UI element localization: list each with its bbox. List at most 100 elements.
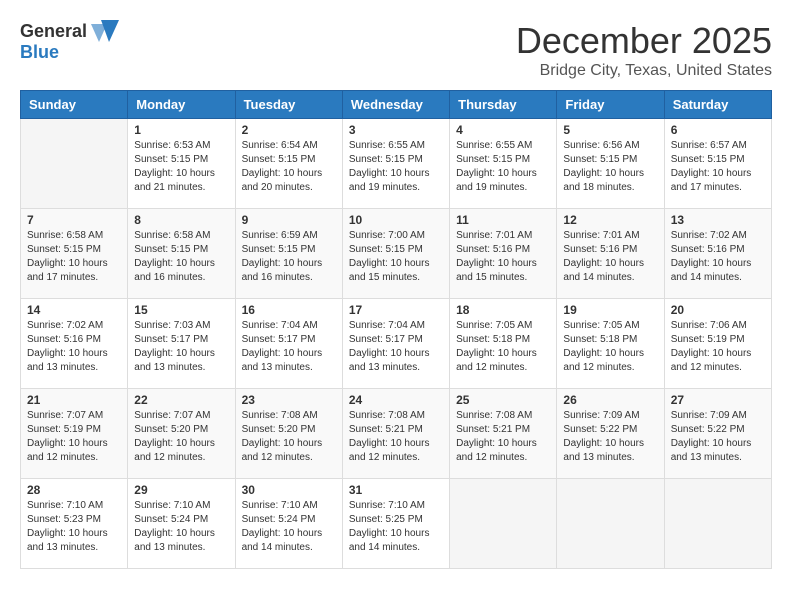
logo-general-text: General: [20, 21, 87, 42]
day-number: 5: [563, 123, 657, 137]
weekday-header-saturday: Saturday: [664, 91, 771, 119]
day-info: Sunrise: 7:06 AMSunset: 5:19 PMDaylight:…: [671, 319, 765, 375]
day-number: 7: [27, 213, 121, 227]
day-number: 26: [563, 393, 657, 407]
calendar-cell: 21 Sunrise: 7:07 AMSunset: 5:19 PMDayligh…: [21, 389, 128, 479]
calendar-cell: 31 Sunrise: 7:10 AMSunset: 5:25 PMDayligh…: [342, 479, 449, 569]
calendar-cell: [664, 479, 771, 569]
calendar-cell: 26 Sunrise: 7:09 AMSunset: 5:22 PMDayligh…: [557, 389, 664, 479]
calendar-cell: 20 Sunrise: 7:06 AMSunset: 5:19 PMDayligh…: [664, 299, 771, 389]
day-number: 24: [349, 393, 443, 407]
day-number: 14: [27, 303, 121, 317]
day-info: Sunrise: 7:01 AMSunset: 5:16 PMDaylight:…: [456, 229, 550, 285]
day-info: Sunrise: 7:00 AMSunset: 5:15 PMDaylight:…: [349, 229, 443, 285]
logo: General Blue: [20, 20, 119, 63]
calendar-cell: 28Sunrise: 7:10 AMSunset: 5:23 PMDayligh…: [21, 479, 128, 569]
day-number: 19: [563, 303, 657, 317]
calendar-cell: 30 Sunrise: 7:10 AMSunset: 5:24 PMDayligh…: [235, 479, 342, 569]
day-info: Sunrise: 7:02 AMSunset: 5:16 PMDaylight:…: [27, 319, 121, 375]
day-info: Sunrise: 7:10 AMSunset: 5:24 PMDaylight:…: [242, 499, 336, 555]
day-info: Sunrise: 6:55 AMSunset: 5:15 PMDaylight:…: [456, 139, 550, 195]
day-info: Sunrise: 7:03 AMSunset: 5:17 PMDaylight:…: [134, 319, 228, 375]
title-section: December 2025 Bridge City, Texas, United…: [516, 20, 772, 80]
day-number: 22: [134, 393, 228, 407]
weekday-header-tuesday: Tuesday: [235, 91, 342, 119]
calendar-cell: 1 Sunrise: 6:53 AMSunset: 5:15 PMDaylight…: [128, 119, 235, 209]
calendar-cell: 3 Sunrise: 6:55 AMSunset: 5:15 PMDaylight…: [342, 119, 449, 209]
weekday-header-row: SundayMondayTuesdayWednesdayThursdayFrid…: [21, 91, 772, 119]
day-info: Sunrise: 7:04 AMSunset: 5:17 PMDaylight:…: [349, 319, 443, 375]
calendar-cell: 9 Sunrise: 6:59 AMSunset: 5:15 PMDaylight…: [235, 209, 342, 299]
calendar-cell: 13Sunrise: 7:02 AMSunset: 5:16 PMDayligh…: [664, 209, 771, 299]
day-info: Sunrise: 7:05 AMSunset: 5:18 PMDaylight:…: [456, 319, 550, 375]
day-number: 4: [456, 123, 550, 137]
calendar-cell: 4 Sunrise: 6:55 AMSunset: 5:15 PMDaylight…: [450, 119, 557, 209]
calendar-cell: 24 Sunrise: 7:08 AMSunset: 5:21 PMDayligh…: [342, 389, 449, 479]
calendar-cell: [557, 479, 664, 569]
calendar-cell: 11 Sunrise: 7:01 AMSunset: 5:16 PMDayligh…: [450, 209, 557, 299]
calendar-cell: 19 Sunrise: 7:05 AMSunset: 5:18 PMDayligh…: [557, 299, 664, 389]
day-number: 25: [456, 393, 550, 407]
logo-icon: [91, 20, 119, 42]
day-info: Sunrise: 6:55 AMSunset: 5:15 PMDaylight:…: [349, 139, 443, 195]
day-info: Sunrise: 6:59 AMSunset: 5:15 PMDaylight:…: [242, 229, 336, 285]
day-number: 8: [134, 213, 228, 227]
day-number: 30: [242, 483, 336, 497]
day-info: Sunrise: 7:07 AMSunset: 5:19 PMDaylight:…: [27, 409, 121, 465]
day-number: 11: [456, 213, 550, 227]
weekday-header-thursday: Thursday: [450, 91, 557, 119]
week-row-3: 14 Sunrise: 7:02 AMSunset: 5:16 PMDayligh…: [21, 299, 772, 389]
day-info: Sunrise: 7:05 AMSunset: 5:18 PMDaylight:…: [563, 319, 657, 375]
day-info: Sunrise: 7:10 AMSunset: 5:23 PMDaylight:…: [27, 499, 121, 555]
day-info: Sunrise: 7:07 AMSunset: 5:20 PMDaylight:…: [134, 409, 228, 465]
calendar-table: SundayMondayTuesdayWednesdayThursdayFrid…: [20, 90, 772, 569]
day-number: 3: [349, 123, 443, 137]
weekday-header-sunday: Sunday: [21, 91, 128, 119]
location-text: Bridge City, Texas, United States: [516, 62, 772, 80]
day-info: Sunrise: 7:08 AMSunset: 5:21 PMDaylight:…: [349, 409, 443, 465]
day-number: 6: [671, 123, 765, 137]
day-number: 13: [671, 213, 765, 227]
calendar-cell: 18Sunrise: 7:05 AMSunset: 5:18 PMDayligh…: [450, 299, 557, 389]
logo-blue-text: Blue: [20, 42, 59, 63]
day-info: Sunrise: 7:10 AMSunset: 5:25 PMDaylight:…: [349, 499, 443, 555]
weekday-header-wednesday: Wednesday: [342, 91, 449, 119]
calendar-cell: 16 Sunrise: 7:04 AMSunset: 5:17 PMDayligh…: [235, 299, 342, 389]
day-number: 20: [671, 303, 765, 317]
day-info: Sunrise: 7:09 AMSunset: 5:22 PMDaylight:…: [671, 409, 765, 465]
day-number: 21: [27, 393, 121, 407]
calendar-cell: 29Sunrise: 7:10 AMSunset: 5:24 PMDayligh…: [128, 479, 235, 569]
day-info: Sunrise: 7:04 AMSunset: 5:17 PMDaylight:…: [242, 319, 336, 375]
week-row-1: 1 Sunrise: 6:53 AMSunset: 5:15 PMDaylight…: [21, 119, 772, 209]
day-number: 16: [242, 303, 336, 317]
day-info: Sunrise: 7:08 AMSunset: 5:20 PMDaylight:…: [242, 409, 336, 465]
calendar-cell: 25 Sunrise: 7:08 AMSunset: 5:21 PMDayligh…: [450, 389, 557, 479]
calendar-cell: 8 Sunrise: 6:58 AMSunset: 5:15 PMDaylight…: [128, 209, 235, 299]
week-row-5: 28Sunrise: 7:10 AMSunset: 5:23 PMDayligh…: [21, 479, 772, 569]
day-info: Sunrise: 6:53 AMSunset: 5:15 PMDaylight:…: [134, 139, 228, 195]
day-number: 23: [242, 393, 336, 407]
day-info: Sunrise: 7:09 AMSunset: 5:22 PMDaylight:…: [563, 409, 657, 465]
day-info: Sunrise: 7:01 AMSunset: 5:16 PMDaylight:…: [563, 229, 657, 285]
calendar-cell: 2 Sunrise: 6:54 AMSunset: 5:15 PMDaylight…: [235, 119, 342, 209]
day-info: Sunrise: 6:58 AMSunset: 5:15 PMDaylight:…: [134, 229, 228, 285]
day-number: 2: [242, 123, 336, 137]
day-info: Sunrise: 7:08 AMSunset: 5:21 PMDaylight:…: [456, 409, 550, 465]
day-number: 27: [671, 393, 765, 407]
calendar-cell: 6Sunrise: 6:57 AMSunset: 5:15 PMDaylight…: [664, 119, 771, 209]
week-row-2: 7 Sunrise: 6:58 AMSunset: 5:15 PMDaylight…: [21, 209, 772, 299]
calendar-cell: 7 Sunrise: 6:58 AMSunset: 5:15 PMDaylight…: [21, 209, 128, 299]
day-info: Sunrise: 6:58 AMSunset: 5:15 PMDaylight:…: [27, 229, 121, 285]
day-info: Sunrise: 7:10 AMSunset: 5:24 PMDaylight:…: [134, 499, 228, 555]
day-number: 9: [242, 213, 336, 227]
day-number: 31: [349, 483, 443, 497]
calendar-cell: 17 Sunrise: 7:04 AMSunset: 5:17 PMDayligh…: [342, 299, 449, 389]
day-number: 17: [349, 303, 443, 317]
calendar-cell: 15 Sunrise: 7:03 AMSunset: 5:17 PMDayligh…: [128, 299, 235, 389]
day-number: 15: [134, 303, 228, 317]
day-number: 12: [563, 213, 657, 227]
day-number: 1: [134, 123, 228, 137]
page-header: General Blue December 2025 Bridge City, …: [20, 20, 772, 80]
day-info: Sunrise: 6:54 AMSunset: 5:15 PMDaylight:…: [242, 139, 336, 195]
calendar-cell: 10Sunrise: 7:00 AMSunset: 5:15 PMDayligh…: [342, 209, 449, 299]
